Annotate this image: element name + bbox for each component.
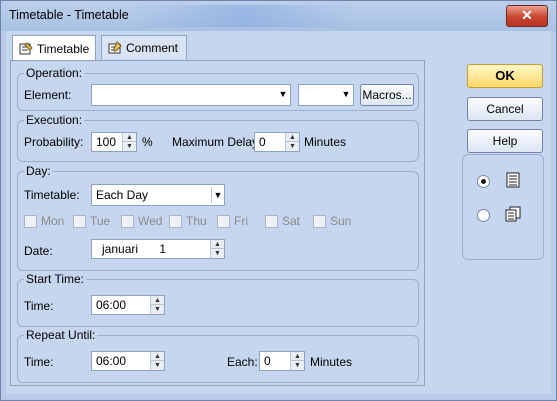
- view-options-group: [462, 154, 544, 260]
- max-delay-value: 0: [259, 135, 266, 149]
- timetable-combo[interactable]: Each Day ▼: [91, 184, 225, 206]
- weekday-checkbox-fri[interactable]: Fri: [217, 214, 248, 228]
- operation-group-label: Operation:: [24, 66, 85, 80]
- date-month: januari: [102, 242, 139, 256]
- macros-button[interactable]: Macros...: [360, 84, 414, 106]
- probability-spin-buttons[interactable]: ▲ ▼: [122, 133, 136, 151]
- each-spinner[interactable]: 0 ▲ ▼: [259, 351, 305, 371]
- each-unit: Minutes: [310, 355, 353, 369]
- execution-group-label: Execution:: [24, 113, 85, 127]
- ok-button[interactable]: OK: [467, 64, 543, 88]
- tab-comment-label: Comment: [126, 40, 179, 55]
- view-option-radio-copy[interactable]: [477, 209, 490, 222]
- chevron-down-icon[interactable]: ▼: [211, 187, 224, 203]
- help-button[interactable]: Help: [467, 129, 543, 153]
- list-view-icon: [505, 172, 521, 191]
- chevron-down-icon[interactable]: ▼: [278, 89, 288, 99]
- start-time-group: Start Time: Time: 06:00 ▲ ▼: [17, 272, 419, 327]
- start-time-spinner[interactable]: 06:00 ▲ ▼: [91, 295, 165, 315]
- weekday-checkbox-sat[interactable]: Sat: [265, 214, 300, 228]
- repeat-time-spin-buttons[interactable]: ▲ ▼: [150, 352, 164, 370]
- weekday-checkbox-wed[interactable]: Wed: [121, 214, 162, 228]
- title-bar-glow: [129, 5, 359, 27]
- repeat-time-label: Time:: [24, 355, 54, 369]
- execution-group: Execution: Probability: 100 ▲ ▼ % Maximum…: [17, 113, 419, 162]
- start-time-label: Time:: [24, 299, 54, 313]
- tab-timetable-label: Timetable: [37, 41, 90, 56]
- weekday-checkbox-sun[interactable]: Sun: [313, 214, 351, 228]
- chevron-down-icon[interactable]: ▼: [341, 89, 351, 99]
- view-option-radio-list[interactable]: [477, 175, 490, 188]
- each-spin-buttons[interactable]: ▲ ▼: [290, 352, 304, 370]
- day-group: Day: Timetable: Each Day ▼ Mon Tue Wed T…: [17, 164, 419, 271]
- each-label: Each:: [227, 355, 258, 369]
- repeat-time-spinner[interactable]: 06:00 ▲ ▼: [91, 351, 165, 371]
- repeat-time-value: 06:00: [96, 354, 127, 368]
- probability-label: Probability:: [24, 135, 84, 149]
- probability-unit: %: [142, 135, 153, 149]
- weekday-checkbox-mon[interactable]: Mon: [24, 214, 64, 228]
- title-bar[interactable]: Timetable - Timetable ✕: [1, 1, 556, 31]
- dialog-client-area: Timetable Comment Operation: Element: ▼ …: [6, 31, 551, 394]
- date-day: 1: [159, 242, 167, 256]
- element-combo[interactable]: ▼: [91, 84, 291, 106]
- date-spin-buttons[interactable]: ▲ ▼: [210, 240, 224, 258]
- tab-comment[interactable]: Comment: [101, 35, 187, 59]
- timetable-combo-value: Each Day: [96, 188, 149, 202]
- window-title: Timetable - Timetable: [9, 8, 129, 22]
- timetable-icon: [19, 41, 33, 56]
- tab-timetable[interactable]: Timetable: [12, 35, 96, 61]
- weekday-checkbox-tue[interactable]: Tue: [73, 214, 110, 228]
- max-delay-label: Maximum Delay:: [172, 135, 262, 149]
- element-label: Element:: [24, 88, 72, 102]
- start-time-value: 06:00: [96, 298, 127, 312]
- probability-value: 100: [96, 135, 117, 149]
- repeat-until-group: Repeat Until: Time: 06:00 ▲ ▼ Each: 0 ▲ ▼ …: [17, 328, 419, 383]
- element-secondary-combo[interactable]: ▼: [298, 84, 354, 106]
- copy-view-icon: [505, 206, 521, 225]
- probability-spinner[interactable]: 100 ▲ ▼: [91, 132, 137, 152]
- timetable-panel: Operation: Element: ▼ ▼ Macros... Execut…: [10, 60, 425, 386]
- date-label: Date:: [24, 244, 53, 258]
- max-delay-unit: Minutes: [304, 135, 347, 149]
- weekday-checkbox-thu[interactable]: Thu: [169, 214, 207, 228]
- timetable-label: Timetable:: [24, 188, 80, 202]
- each-value: 0: [264, 354, 271, 368]
- max-delay-spin-buttons[interactable]: ▲ ▼: [285, 133, 299, 151]
- start-time-group-label: Start Time:: [24, 272, 87, 286]
- close-button[interactable]: ✕: [506, 5, 548, 27]
- repeat-until-group-label: Repeat Until:: [24, 328, 98, 342]
- cancel-button[interactable]: Cancel: [467, 97, 543, 121]
- date-spinner[interactable]: januari 1 ▲ ▼: [91, 239, 225, 259]
- comment-icon: [108, 40, 122, 55]
- operation-group: Operation: Element: ▼ ▼ Macros...: [17, 66, 419, 111]
- day-group-label: Day:: [24, 164, 53, 178]
- start-time-spin-buttons[interactable]: ▲ ▼: [150, 296, 164, 314]
- dialog-window: Timetable - Timetable ✕ Timetable Commen…: [0, 0, 557, 401]
- max-delay-spinner[interactable]: 0 ▲ ▼: [254, 132, 300, 152]
